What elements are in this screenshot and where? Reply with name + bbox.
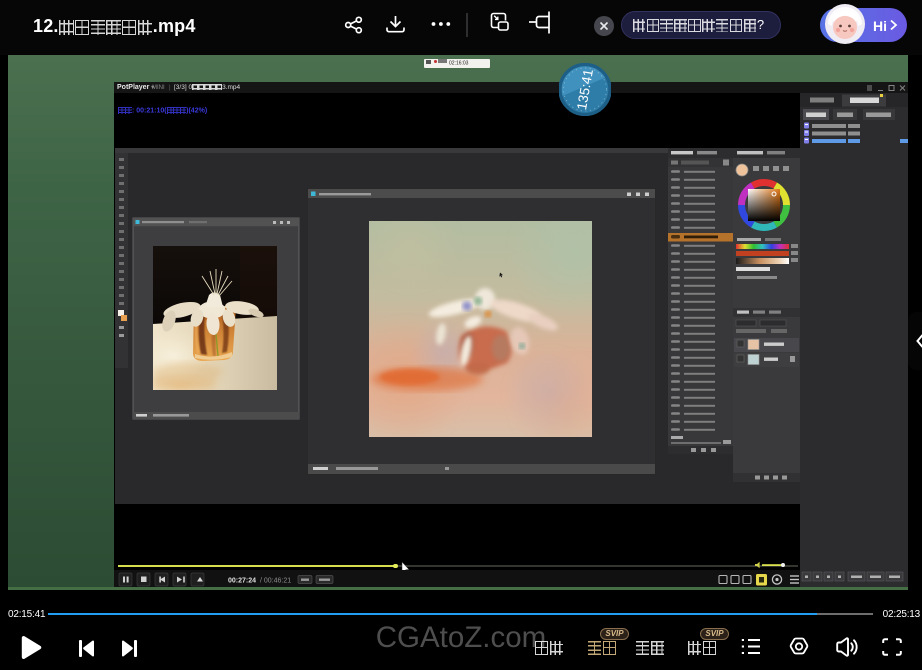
svg-text:/ 00:46:21: / 00:46:21 <box>260 578 291 585</box>
svg-text:00:27:24: 00:27:24 <box>228 578 256 585</box>
